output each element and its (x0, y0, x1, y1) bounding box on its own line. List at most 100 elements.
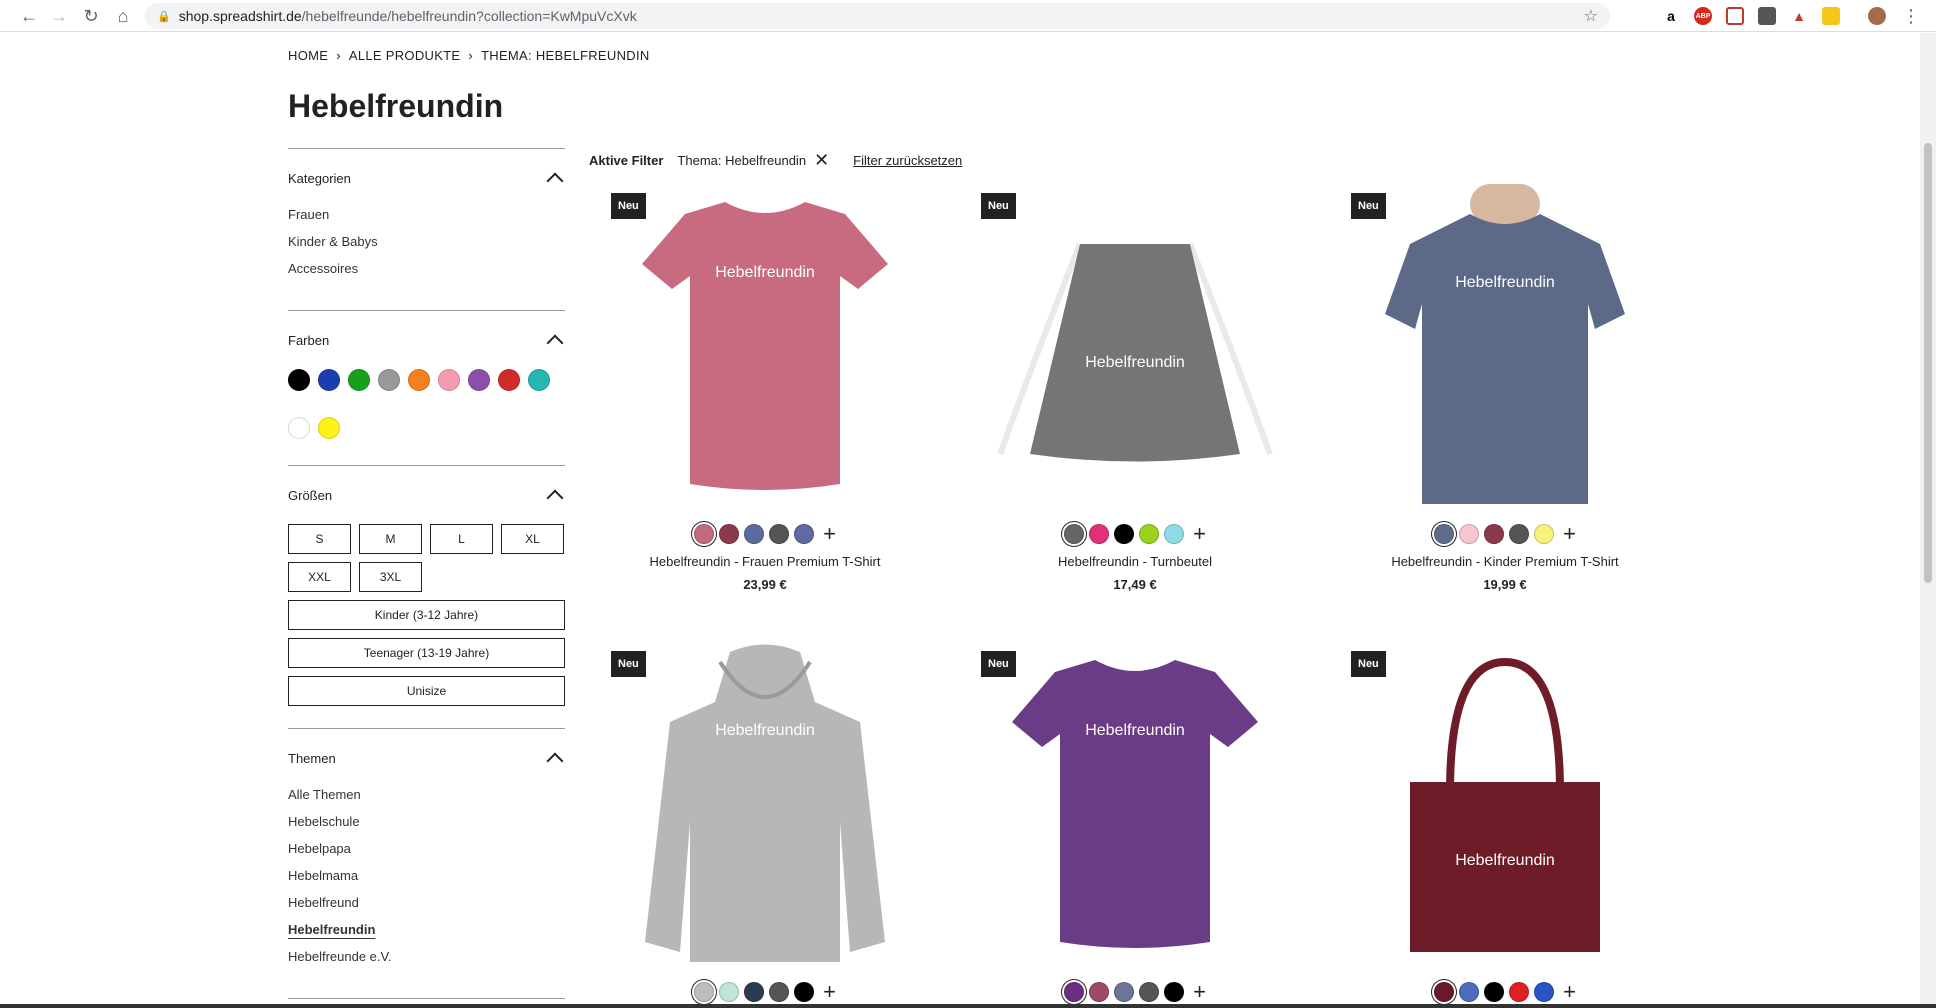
categories-header[interactable]: Kategorien (288, 169, 565, 190)
adblock-extension-icon[interactable]: ABP (1694, 7, 1712, 25)
product-color-swatch[interactable] (769, 982, 790, 1002)
shield-extension-icon[interactable] (1758, 7, 1776, 25)
product-image[interactable]: Hebelfreundin (1340, 184, 1670, 504)
color-swatch[interactable] (378, 369, 400, 391)
product-color-swatch[interactable] (1064, 982, 1085, 1002)
reset-filters-link[interactable]: Filter zurücksetzen (853, 153, 962, 168)
product-color-swatch[interactable] (1434, 524, 1455, 544)
color-swatch[interactable] (348, 369, 370, 391)
size-unisize[interactable]: Unisize (288, 676, 565, 706)
product-color-swatch[interactable] (694, 982, 715, 1002)
product-color-swatch[interactable] (1064, 524, 1085, 544)
scrollbar-thumb[interactable] (1924, 143, 1932, 583)
amazon-extension-icon[interactable]: a (1662, 7, 1680, 25)
breadcrumb-home[interactable]: HOME (288, 48, 328, 63)
product-name[interactable]: Hebelfreundin - Frauen Premium T-Shirt (600, 554, 930, 569)
bookmark-star-icon[interactable]: ☆ (1584, 6, 1598, 26)
sizes-header[interactable]: Größen (288, 486, 565, 507)
product-color-swatch[interactable] (1509, 524, 1530, 544)
close-icon[interactable]: ✕ (814, 151, 829, 169)
colors-header[interactable]: Farben (288, 331, 565, 352)
product-color-swatch[interactable] (1459, 982, 1480, 1002)
color-swatch[interactable] (288, 417, 310, 439)
product-color-swatch[interactable] (719, 524, 740, 544)
color-swatch[interactable] (318, 417, 340, 439)
pocket-extension-icon[interactable] (1726, 7, 1744, 25)
color-swatch[interactable] (468, 369, 490, 391)
product-color-swatch[interactable] (1164, 982, 1185, 1002)
back-icon[interactable]: ← (14, 1, 44, 31)
size-m[interactable]: M (359, 524, 422, 554)
notes-extension-icon[interactable] (1822, 7, 1840, 25)
more-colors-icon[interactable]: + (823, 981, 836, 1003)
reload-icon[interactable]: ↻ (76, 1, 106, 31)
theme-hebelpapa[interactable]: Hebelpapa (288, 841, 565, 856)
product-color-swatch[interactable] (1164, 524, 1185, 544)
product-color-swatch[interactable] (1459, 524, 1480, 544)
category-accessoires[interactable]: Accessoires (288, 261, 565, 276)
product-color-swatch[interactable] (1534, 524, 1555, 544)
forward-icon[interactable]: → (44, 1, 74, 31)
product-color-swatch[interactable] (1534, 982, 1555, 1002)
size-teenager[interactable]: Teenager (13-19 Jahre) (288, 638, 565, 668)
color-swatch[interactable] (528, 369, 550, 391)
theme-hebelfreunde-ev[interactable]: Hebelfreunde e.V. (288, 949, 565, 964)
more-colors-icon[interactable]: + (1563, 981, 1576, 1003)
product-color-swatch[interactable] (1484, 524, 1505, 544)
menu-icon[interactable]: ⋮ (1896, 1, 1926, 31)
size-l[interactable]: L (430, 524, 493, 554)
color-swatch[interactable] (498, 369, 520, 391)
chevron-up-icon[interactable] (546, 489, 564, 507)
product-image[interactable]: Hebelfreundin (600, 642, 930, 962)
color-swatch[interactable] (408, 369, 430, 391)
size-s[interactable]: S (288, 524, 351, 554)
category-kinder-babys[interactable]: Kinder & Babys (288, 234, 565, 249)
product-name[interactable]: Hebelfreundin - Turnbeutel (970, 554, 1300, 569)
product-color-swatch[interactable] (1139, 982, 1160, 1002)
chevron-up-icon[interactable] (546, 172, 564, 190)
page-scrollbar[interactable] (1920, 33, 1936, 1008)
pdf-extension-icon[interactable]: ▲ (1790, 7, 1808, 25)
product-color-swatch[interactable] (744, 982, 765, 1002)
theme-hebelfreundin[interactable]: Hebelfreundin (288, 922, 565, 937)
product-color-swatch[interactable] (744, 524, 765, 544)
product-color-swatch[interactable] (1089, 524, 1110, 544)
product-color-swatch[interactable] (794, 524, 815, 544)
product-color-swatch[interactable] (694, 524, 715, 544)
size-xl[interactable]: XL (501, 524, 564, 554)
profile-avatar[interactable] (1868, 7, 1886, 25)
home-icon[interactable]: ⌂ (108, 1, 138, 31)
more-colors-icon[interactable]: + (1563, 523, 1576, 545)
breadcrumb-all-products[interactable]: ALLE PRODUKTE (349, 48, 461, 63)
product-color-swatch[interactable] (1114, 982, 1135, 1002)
category-frauen[interactable]: Frauen (288, 207, 565, 222)
more-colors-icon[interactable]: + (1193, 981, 1206, 1003)
color-swatch[interactable] (288, 369, 310, 391)
product-color-swatch[interactable] (1484, 982, 1505, 1002)
theme-hebelmama[interactable]: Hebelmama (288, 868, 565, 883)
size-3xl[interactable]: 3XL (359, 562, 422, 592)
product-image[interactable]: Hebelfreundin (600, 184, 930, 504)
color-swatch[interactable] (438, 369, 460, 391)
theme-alle[interactable]: Alle Themen (288, 787, 565, 802)
product-color-swatch[interactable] (1089, 982, 1110, 1002)
product-image[interactable]: Hebelfreundin (970, 642, 1300, 962)
theme-hebelfreund[interactable]: Hebelfreund (288, 895, 565, 910)
color-swatch[interactable] (318, 369, 340, 391)
themes-header[interactable]: Themen (288, 749, 565, 770)
product-color-swatch[interactable] (1434, 982, 1455, 1002)
product-color-swatch[interactable] (794, 982, 815, 1002)
size-kinder[interactable]: Kinder (3-12 Jahre) (288, 600, 565, 630)
product-image[interactable]: Hebelfreundin (1340, 642, 1670, 962)
product-color-swatch[interactable] (719, 982, 740, 1002)
chevron-up-icon[interactable] (546, 334, 564, 352)
address-bar[interactable]: 🔒 shop.spreadshirt.de /hebelfreunde/hebe… (145, 3, 1610, 29)
chevron-up-icon[interactable] (546, 752, 564, 770)
theme-hebelschule[interactable]: Hebelschule (288, 814, 565, 829)
product-color-swatch[interactable] (769, 524, 790, 544)
product-name[interactable]: Hebelfreundin - Kinder Premium T-Shirt (1340, 554, 1670, 569)
product-color-swatch[interactable] (1114, 524, 1135, 544)
product-image[interactable]: Hebelfreundin (970, 184, 1300, 504)
product-color-swatch[interactable] (1509, 982, 1530, 1002)
more-colors-icon[interactable]: + (823, 523, 836, 545)
